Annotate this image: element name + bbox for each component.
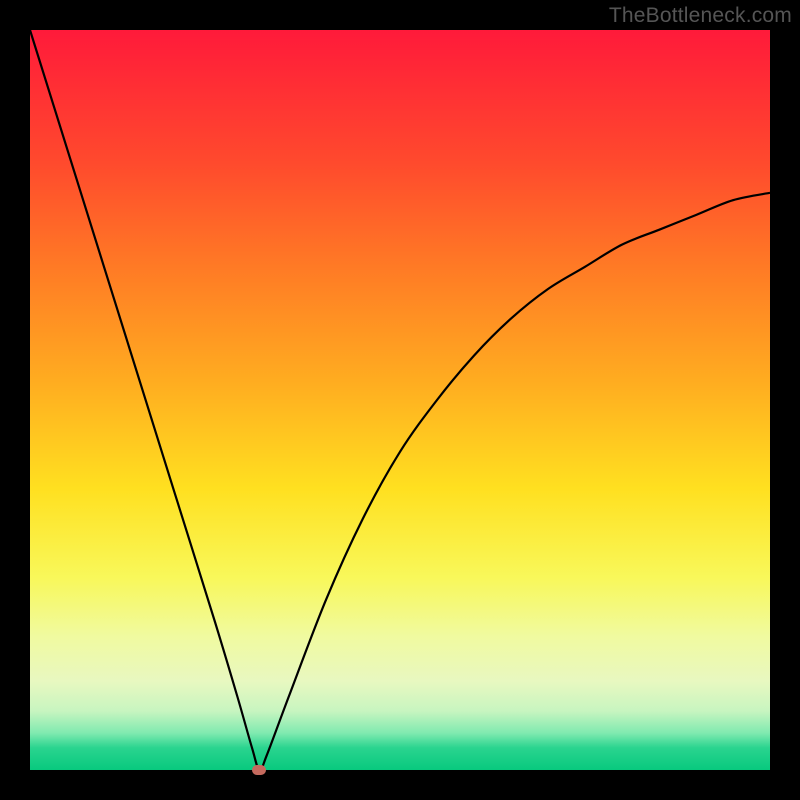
bottleneck-curve xyxy=(30,30,770,770)
optimal-marker xyxy=(252,765,266,775)
plot-area xyxy=(30,30,770,770)
watermark-text: TheBottleneck.com xyxy=(609,4,792,28)
chart-frame: TheBottleneck.com xyxy=(0,0,800,800)
